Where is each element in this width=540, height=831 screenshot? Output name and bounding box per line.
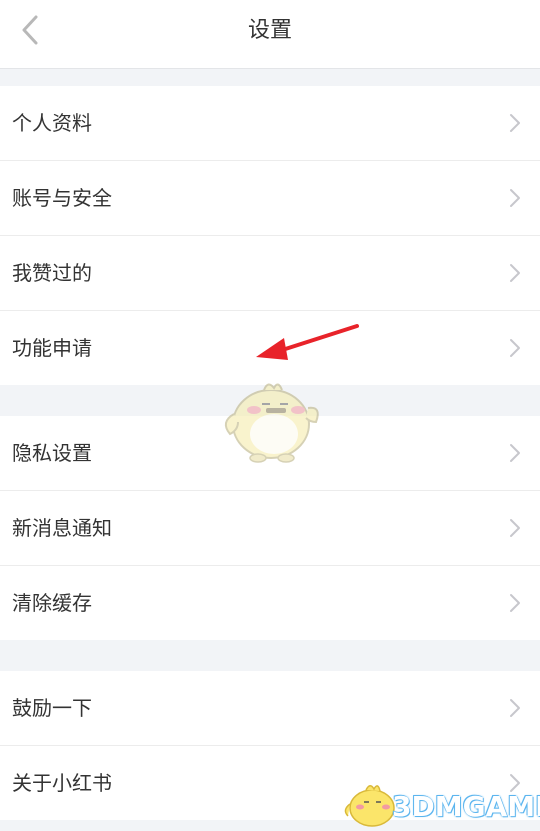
settings-item-label: 鼓励一下 xyxy=(12,696,92,720)
settings-item-liked[interactable]: 我赞过的 xyxy=(0,236,540,311)
chevron-right-icon xyxy=(510,594,520,612)
chevron-right-icon xyxy=(510,339,520,357)
chevron-right-icon xyxy=(510,189,520,207)
chevron-right-icon xyxy=(510,519,520,537)
settings-item-label: 清除缓存 xyxy=(12,591,92,615)
settings-item-label: 功能申请 xyxy=(12,336,92,360)
chevron-right-icon xyxy=(510,699,520,717)
settings-item-label: 个人资料 xyxy=(12,111,92,135)
settings-item-clear-cache[interactable]: 清除缓存 xyxy=(0,566,540,640)
settings-item-account-security[interactable]: 账号与安全 xyxy=(0,161,540,236)
settings-item-label: 隐私设置 xyxy=(12,441,92,465)
settings-item-label: 我赞过的 xyxy=(12,261,92,285)
chevron-right-icon xyxy=(510,264,520,282)
chevron-right-icon xyxy=(510,444,520,462)
settings-item-label: 关于小红书 xyxy=(12,771,112,795)
top-bar: 设置 xyxy=(0,0,540,69)
settings-item-label: 新消息通知 xyxy=(12,516,112,540)
settings-item-label: 账号与安全 xyxy=(12,186,112,210)
settings-item-encourage[interactable]: 鼓励一下 xyxy=(0,671,540,746)
settings-item-notifications[interactable]: 新消息通知 xyxy=(0,491,540,566)
watermark-text: 3DMGAME xyxy=(392,790,540,823)
chick-mascot xyxy=(224,383,319,463)
chevron-right-icon xyxy=(510,114,520,132)
settings-item-profile[interactable]: 个人资料 xyxy=(0,86,540,161)
red-arrow-annotation xyxy=(256,324,359,360)
page-title: 设置 xyxy=(247,18,292,43)
